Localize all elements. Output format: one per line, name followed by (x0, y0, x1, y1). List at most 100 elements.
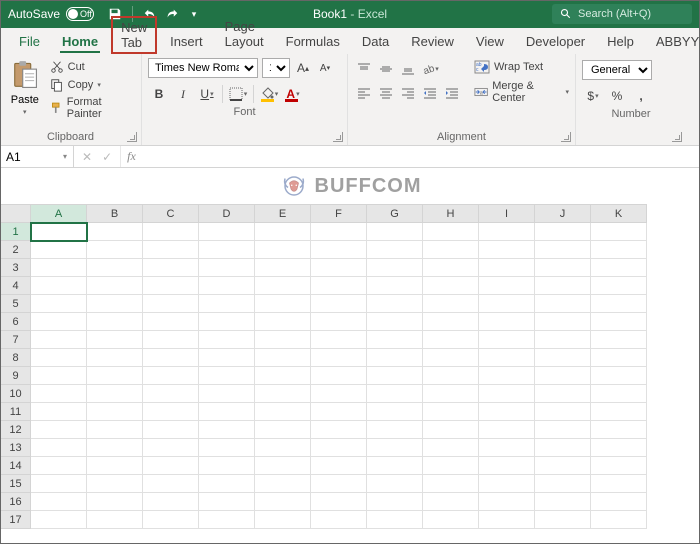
cell[interactable] (591, 439, 647, 457)
tab-formulas[interactable]: Formulas (275, 29, 351, 54)
cell[interactable] (367, 223, 423, 241)
cell[interactable] (31, 403, 87, 421)
cell[interactable] (591, 295, 647, 313)
row-header[interactable]: 1 (1, 223, 31, 241)
row-header[interactable]: 10 (1, 385, 31, 403)
cell[interactable] (591, 511, 647, 529)
cell[interactable] (423, 295, 479, 313)
borders-button[interactable]: ▾ (227, 84, 249, 104)
column-header[interactable]: A (31, 205, 87, 223)
autosave-toggle[interactable]: Off (66, 7, 94, 21)
cell[interactable] (311, 511, 367, 529)
tab-developer[interactable]: Developer (515, 29, 596, 54)
cell[interactable] (199, 223, 255, 241)
cell[interactable] (423, 493, 479, 511)
cell[interactable] (199, 475, 255, 493)
cell[interactable] (255, 313, 311, 331)
percent-format-button[interactable]: % (606, 86, 628, 106)
cell[interactable] (479, 475, 535, 493)
cell[interactable] (591, 385, 647, 403)
cell[interactable] (423, 331, 479, 349)
cell[interactable] (31, 259, 87, 277)
cell[interactable] (535, 475, 591, 493)
cell[interactable] (143, 349, 199, 367)
cell[interactable] (199, 259, 255, 277)
cell[interactable] (535, 241, 591, 259)
cell[interactable] (367, 439, 423, 457)
search-box[interactable]: Search (Alt+Q) (552, 4, 692, 24)
cell[interactable] (143, 331, 199, 349)
cell[interactable] (199, 439, 255, 457)
cell[interactable] (143, 295, 199, 313)
cell[interactable] (199, 493, 255, 511)
cell[interactable] (143, 367, 199, 385)
font-name-select[interactable]: Times New Roman (148, 58, 258, 78)
increase-indent-button[interactable] (442, 84, 462, 102)
font-size-select[interactable]: 12 (262, 58, 290, 78)
row-header[interactable]: 6 (1, 313, 31, 331)
cell[interactable] (255, 295, 311, 313)
cell[interactable] (255, 367, 311, 385)
number-launcher[interactable] (672, 132, 682, 142)
copy-button[interactable]: Copy ▾ (50, 78, 135, 92)
cell[interactable] (199, 331, 255, 349)
bold-button[interactable]: B (148, 84, 170, 104)
align-right-button[interactable] (398, 84, 418, 102)
cell[interactable] (143, 511, 199, 529)
cell[interactable] (31, 511, 87, 529)
cell[interactable] (255, 223, 311, 241)
cell[interactable] (87, 259, 143, 277)
cell[interactable] (479, 421, 535, 439)
accounting-format-button[interactable]: $▾ (582, 86, 604, 106)
row-header[interactable]: 11 (1, 403, 31, 421)
cell[interactable] (591, 421, 647, 439)
tab-help[interactable]: Help (596, 29, 645, 54)
column-header[interactable]: B (87, 205, 143, 223)
cell[interactable] (479, 439, 535, 457)
decrease-indent-button[interactable] (420, 84, 440, 102)
cell[interactable] (535, 493, 591, 511)
tab-review[interactable]: Review (400, 29, 465, 54)
cell[interactable] (31, 313, 87, 331)
cell[interactable] (143, 439, 199, 457)
cell[interactable] (591, 349, 647, 367)
column-header[interactable]: J (535, 205, 591, 223)
cell[interactable] (311, 385, 367, 403)
cell[interactable] (535, 439, 591, 457)
cell[interactable] (479, 367, 535, 385)
row-header[interactable]: 17 (1, 511, 31, 529)
cell[interactable] (591, 331, 647, 349)
cell[interactable] (199, 349, 255, 367)
cell[interactable] (535, 511, 591, 529)
cell[interactable] (143, 259, 199, 277)
row-header[interactable]: 4 (1, 277, 31, 295)
cell[interactable] (591, 403, 647, 421)
cell[interactable] (87, 295, 143, 313)
cell[interactable] (535, 223, 591, 241)
cell[interactable] (143, 241, 199, 259)
paste-button[interactable]: Paste ▾ (6, 58, 44, 116)
cell[interactable] (255, 493, 311, 511)
cell[interactable] (255, 475, 311, 493)
row-header[interactable]: 2 (1, 241, 31, 259)
cell[interactable] (591, 367, 647, 385)
spreadsheet-grid[interactable]: ABCDEFGHIJK1234567891011121314151617 (0, 204, 700, 529)
cell[interactable] (199, 511, 255, 529)
tab-insert[interactable]: Insert (159, 29, 214, 54)
cell[interactable] (87, 241, 143, 259)
cell[interactable] (591, 277, 647, 295)
tab-home[interactable]: Home (51, 29, 109, 54)
font-launcher[interactable] (333, 132, 343, 142)
cell[interactable] (535, 403, 591, 421)
row-header[interactable]: 3 (1, 259, 31, 277)
cell[interactable] (367, 295, 423, 313)
cell[interactable] (143, 313, 199, 331)
cell[interactable] (199, 385, 255, 403)
tab-data[interactable]: Data (351, 29, 400, 54)
format-painter-button[interactable]: Format Painter (50, 96, 135, 120)
cell[interactable] (255, 421, 311, 439)
cell[interactable] (311, 349, 367, 367)
row-header[interactable]: 7 (1, 331, 31, 349)
tab-file[interactable]: File (8, 29, 51, 54)
cell[interactable] (143, 277, 199, 295)
